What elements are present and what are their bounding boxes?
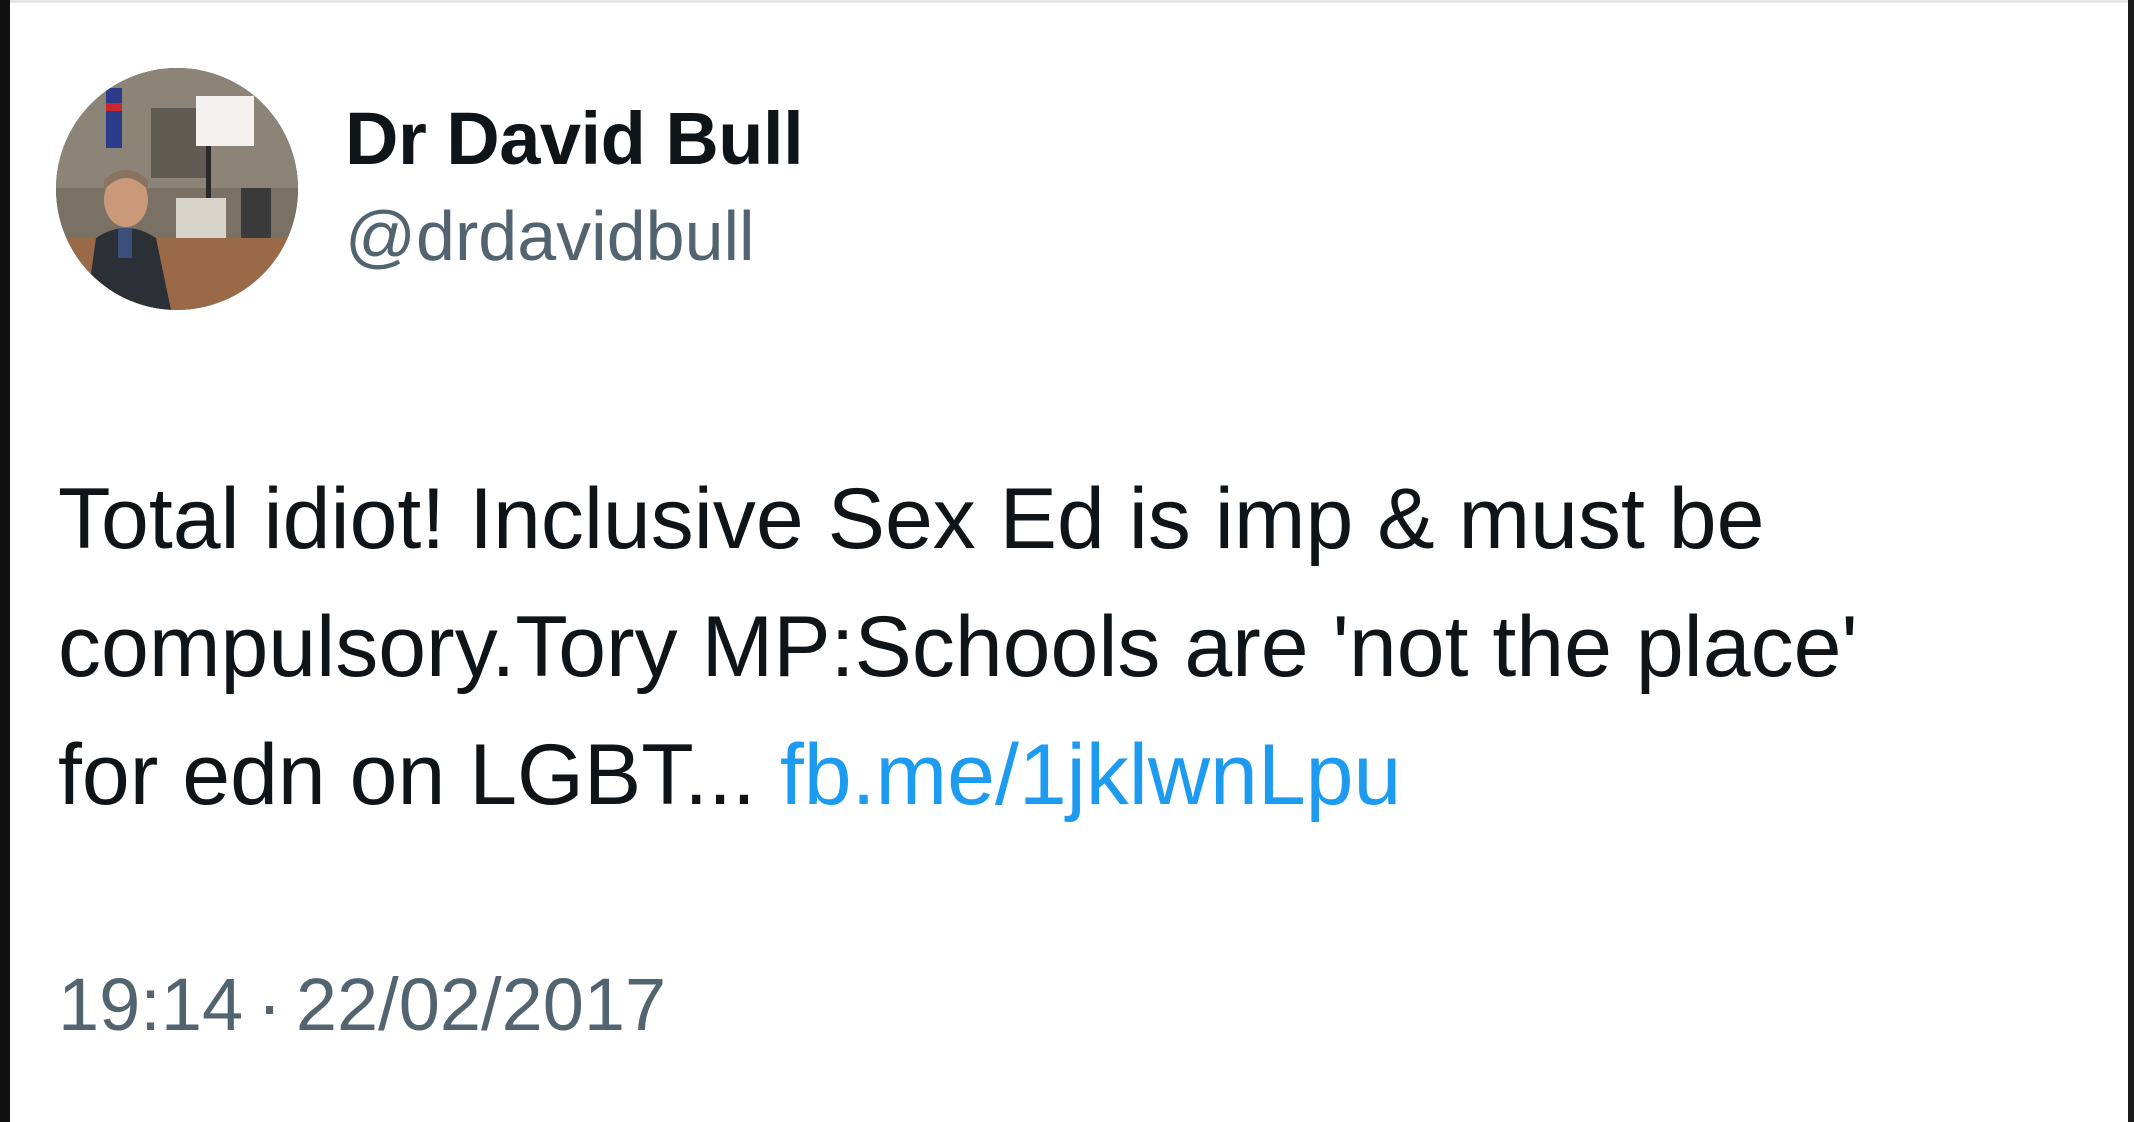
author-handle[interactable]: @drdavidbull bbox=[345, 196, 755, 276]
tweet-text-line: for edn on LGBT... fb.me/1jklwnLpu bbox=[58, 711, 2088, 839]
tweet-timestamp[interactable]: 19:14 · 22/02/2017 bbox=[58, 962, 666, 1047]
tweet-link[interactable]: fb.me/1jklwnLpu bbox=[780, 727, 1401, 823]
author-display-name[interactable]: Dr David Bull bbox=[345, 96, 804, 181]
timestamp-separator: · bbox=[257, 963, 282, 1046]
tweet-text-line: compulsory.Tory MP:Schools are 'not the … bbox=[58, 599, 1858, 695]
tweet-text: Total idiot! Inclusive Sex Ed is imp & m… bbox=[58, 455, 2088, 839]
tweet-card: Dr David Bull @drdavidbull Total idiot! … bbox=[0, 0, 2134, 1122]
tweet-text-line: Total idiot! Inclusive Sex Ed is imp & m… bbox=[58, 471, 1765, 567]
tweet-time: 19:14 bbox=[58, 963, 244, 1046]
profile-photo-icon bbox=[56, 68, 298, 310]
tweet-date: 22/02/2017 bbox=[295, 963, 667, 1046]
avatar[interactable] bbox=[56, 68, 298, 310]
tweet-text-line-prefix: for edn on LGBT... bbox=[58, 727, 780, 823]
